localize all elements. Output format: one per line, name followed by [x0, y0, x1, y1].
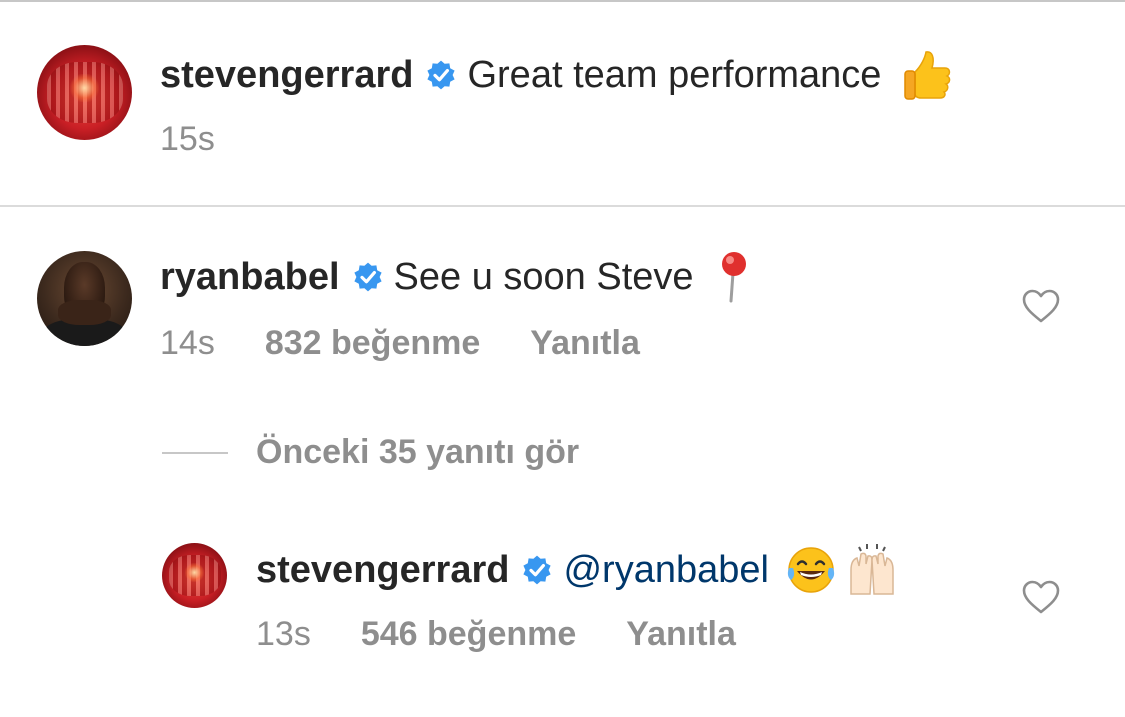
heart-outline-icon[interactable]: [1021, 288, 1061, 324]
comment-stevengerrard: stevengerrard Great team performance: [160, 48, 953, 102]
timestamp: 13s: [256, 615, 311, 653]
top-border: [0, 0, 1125, 2]
timestamp: 14s: [160, 324, 215, 362]
divider: [0, 205, 1125, 207]
comment-ryanbabel: ryanbabel See u soon Steve: [160, 251, 756, 303]
avatar-stevengerrard[interactable]: [162, 543, 227, 608]
comment-meta: 14s 832 beğenme Yanıtla: [160, 323, 640, 363]
likes-count-link[interactable]: 546 beğenme: [361, 614, 576, 654]
thumbs-up-emoji: [904, 51, 951, 100]
tears-of-joy-emoji: [787, 547, 835, 593]
comment-meta: 15s: [160, 119, 215, 159]
view-previous-replies-button[interactable]: Önceki 35 yanıtı gör: [256, 432, 579, 472]
round-pushpin-emoji: [721, 252, 746, 303]
heart-outline-icon[interactable]: [1021, 579, 1061, 615]
username-link[interactable]: stevengerrard: [256, 548, 509, 592]
verified-badge-icon: [523, 555, 552, 585]
verified-badge-icon: [427, 60, 456, 90]
replies-line: [162, 452, 228, 454]
reply-meta: 13s 546 beğenme Yanıtla: [256, 614, 736, 654]
comment-text: Great team performance: [467, 54, 882, 96]
verified-badge-icon: [353, 262, 382, 292]
username-link[interactable]: stevengerrard: [160, 53, 413, 97]
comment-text: See u soon Steve: [393, 256, 694, 298]
avatar-ryanbabel[interactable]: [37, 251, 132, 346]
mention-link[interactable]: @ryanbabel: [563, 548, 768, 592]
raising-hands-emoji: [850, 544, 894, 595]
timestamp: 15s: [160, 120, 215, 158]
reply-stevengerrard: stevengerrard @ryanbabel: [256, 542, 901, 598]
likes-count-link[interactable]: 832 beğenme: [265, 323, 480, 363]
avatar-stevengerrard[interactable]: [37, 45, 132, 140]
reply-button[interactable]: Yanıtla: [626, 614, 736, 654]
reply-button[interactable]: Yanıtla: [530, 323, 640, 363]
username-link[interactable]: ryanbabel: [160, 255, 340, 299]
